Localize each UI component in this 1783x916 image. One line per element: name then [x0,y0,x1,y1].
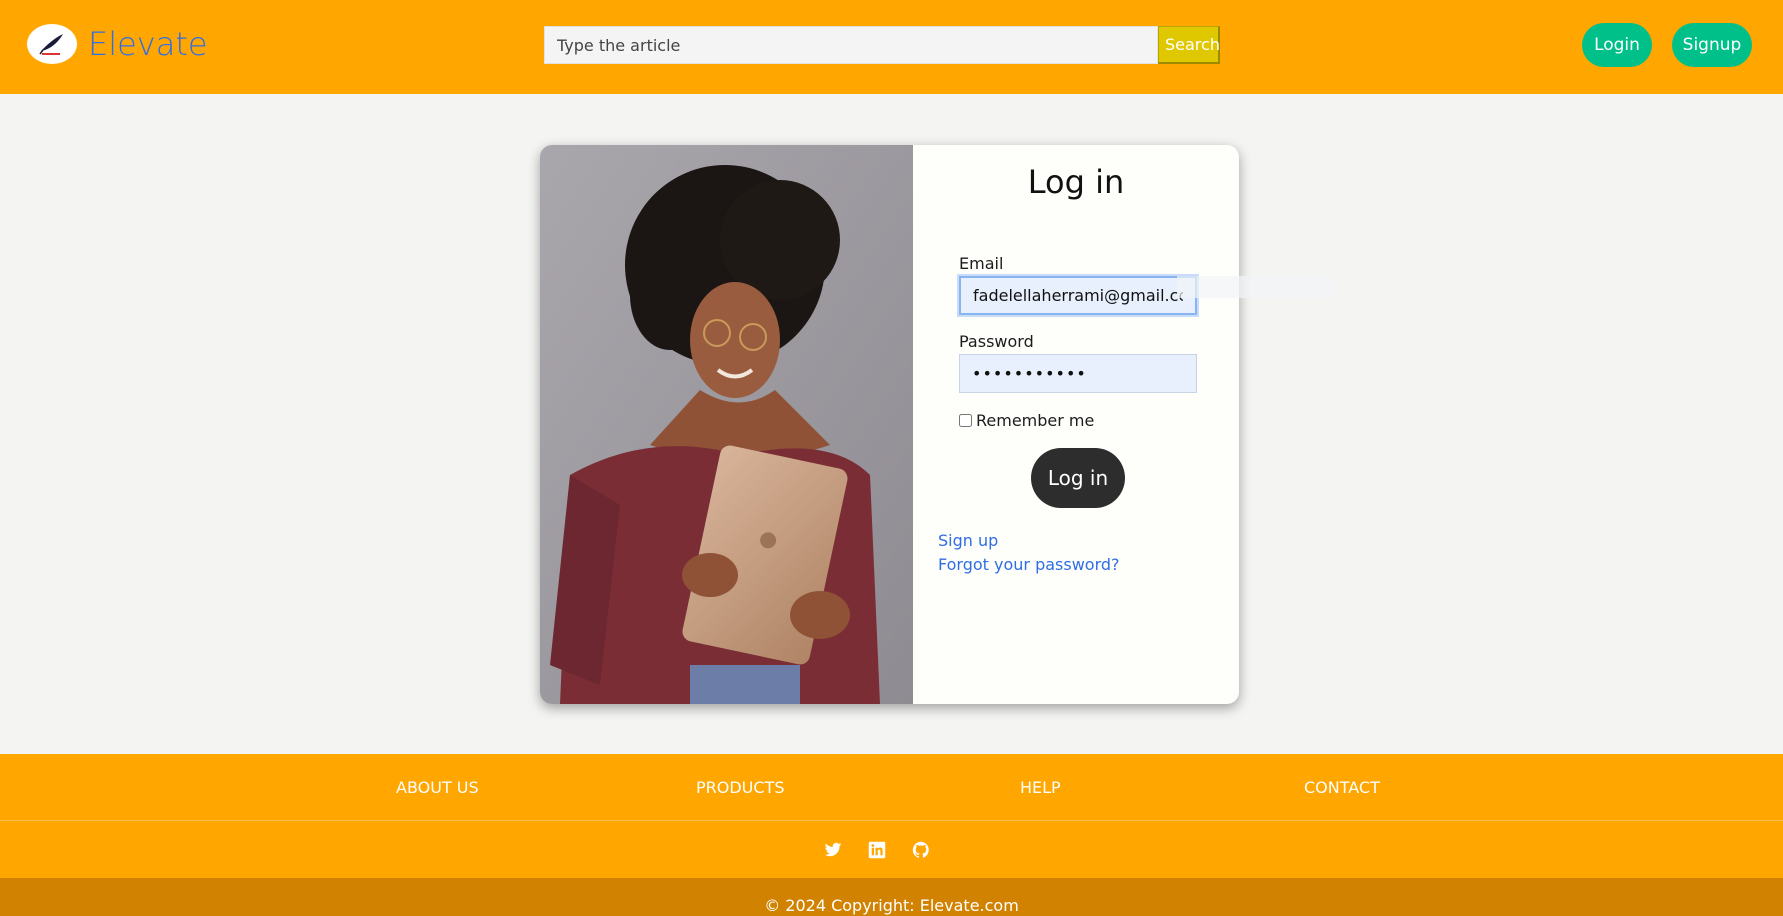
remember-me-checkbox[interactable] [959,414,972,427]
brand[interactable]: Elevate [27,24,208,64]
footer-nav: ABOUT US PRODUCTS HELP CONTACT [0,754,1783,821]
copyright-text: © 2024 Copyright: Elevate.com [764,896,1019,915]
header-signup-button[interactable]: Signup [1672,23,1752,67]
login-submit-button[interactable]: Log in [1031,448,1125,508]
password-field[interactable] [959,354,1197,393]
forgot-password-link[interactable]: Forgot your password? [938,555,1120,574]
github-icon[interactable] [912,841,930,859]
email-label: Email [959,254,1004,273]
footer-link-contact[interactable]: CONTACT [1304,778,1380,797]
header-login-button[interactable]: Login [1582,23,1652,67]
woman-with-tablet-photo [540,145,913,704]
login-form-panel: Log in Email Password Remember me Log in… [913,145,1239,704]
brand-name[interactable]: Elevate [88,25,208,63]
logo[interactable] [27,24,77,64]
footer-link-about-us[interactable]: ABOUT US [396,778,479,797]
remember-me: Remember me [959,411,1094,430]
search-button[interactable]: Search [1158,26,1220,64]
footer-link-products[interactable]: PRODUCTS [696,778,785,797]
password-label: Password [959,332,1034,351]
email-field[interactable] [959,276,1197,315]
footer-social [0,821,1783,878]
linkedin-icon[interactable] [868,841,886,859]
footer-link-help[interactable]: HELP [1020,778,1061,797]
remember-me-label[interactable]: Remember me [976,411,1094,430]
copyright-bar: © 2024 Copyright: Elevate.com [0,878,1783,916]
twitter-icon[interactable] [824,841,842,859]
feather-quill-logo-icon [39,34,63,55]
top-navbar: Elevate Search Login Signup [0,0,1783,94]
signup-link[interactable]: Sign up [938,531,998,550]
login-title: Log in [1027,163,1125,201]
autofill-suggestion-ghost [1177,276,1333,298]
search-bar: Search [544,26,1220,64]
search-input[interactable] [544,26,1158,64]
login-card: Log in Email Password Remember me Log in… [540,145,1239,704]
